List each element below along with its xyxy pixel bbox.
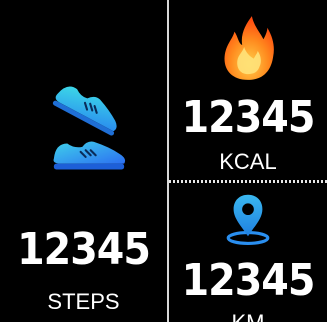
calories-panel[interactable]: 12345 KCAL [169,0,327,180]
location-pin-icon [226,194,270,245]
steps-value: 12345 [17,224,151,275]
calories-value: 12345 [181,92,316,143]
distance-unit-label: KM [169,309,327,322]
flame-icon [224,16,274,80]
shoes-icon [52,86,126,170]
steps-panel[interactable]: 12345 STEPS [0,0,167,322]
watch-face-screen: 12345 STEPS 12345 KCAL 12345 [0,0,327,322]
steps-unit-label: STEPS [47,289,120,314]
calories-unit-label: KCAL [219,149,277,174]
distance-value: 12345 [181,255,316,306]
distance-panel[interactable]: 12345 KM [169,183,327,322]
